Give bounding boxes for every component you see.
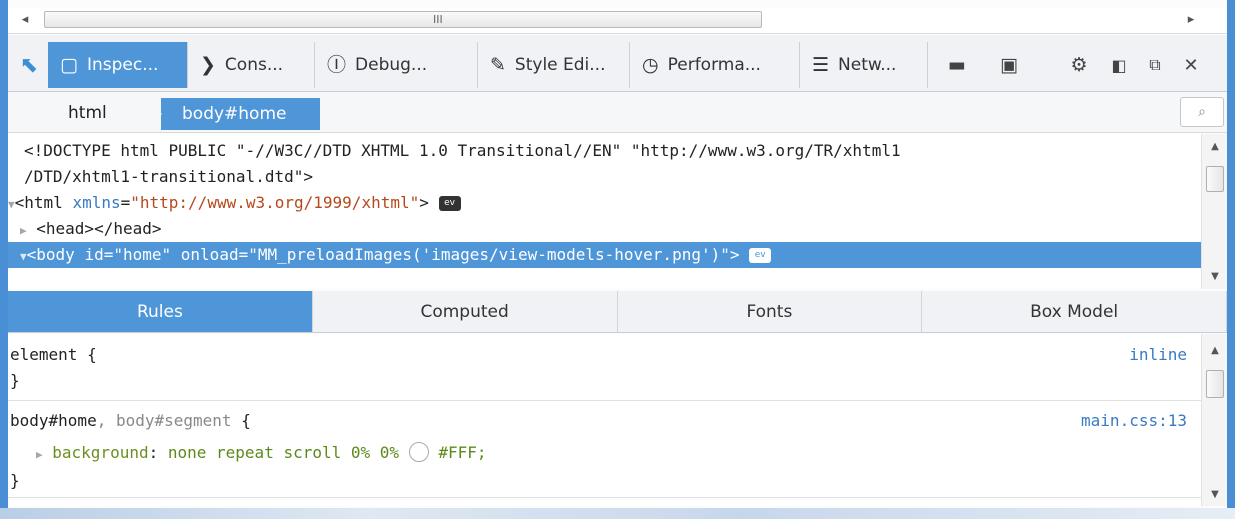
console-icon: ❯ xyxy=(200,53,216,76)
responsive-mode-icon[interactable]: ▣ xyxy=(992,47,1026,83)
tab-console-label: Cons... xyxy=(224,55,284,75)
dock-side-icon[interactable]: ◧ xyxy=(1102,47,1136,83)
tab-rules[interactable]: Rules xyxy=(8,291,313,332)
rule-body-source[interactable]: main.css:13 xyxy=(1081,408,1187,434)
scroll-down-icon[interactable]: ▼ xyxy=(1202,486,1228,504)
search-icon: ⌕ xyxy=(1198,104,1206,120)
debugger-icon: Ⓘ xyxy=(327,53,347,76)
devtools-toolbar: ⬉ ▢ Inspec... ❯ Cons... Ⓘ Debug... ✎ Sty… xyxy=(8,35,1227,92)
element-picker-icon[interactable]: ⬉ xyxy=(12,47,46,83)
expand-twisty-icon[interactable]: ▶ xyxy=(36,448,43,461)
tab-network[interactable]: ☰ Netw... xyxy=(800,42,928,88)
tab-console[interactable]: ❯ Cons... xyxy=(188,42,315,88)
rule-element-source[interactable]: inline xyxy=(1129,342,1187,368)
markup-view: <!DOCTYPE html PUBLIC "-//W3C//DTD XHTML… xyxy=(8,134,1201,289)
window-bottom-edge xyxy=(0,508,1235,519)
markup-scroll-thumb[interactable] xyxy=(1206,166,1224,192)
scroll-down-icon[interactable]: ▼ xyxy=(1202,268,1228,286)
sidebar-tabs: Rules Computed Fonts Box Model xyxy=(8,291,1227,333)
breadcrumb-body-home[interactable]: body#home xyxy=(145,98,320,130)
body-node-selected[interactable]: ▼<body id="home" onload="MM_preloadImage… xyxy=(8,242,1201,268)
expand-twisty-icon[interactable]: ▼ xyxy=(8,198,15,211)
tab-inspector-label: Inspec... xyxy=(86,55,159,75)
horizontal-scrollbar[interactable]: ◂ III ▸ xyxy=(8,8,1227,34)
performance-icon: ◷ xyxy=(642,53,659,76)
event-badge-icon[interactable]: ev xyxy=(438,196,461,211)
collapse-twisty-icon[interactable]: ▶ xyxy=(20,224,27,237)
style-editor-icon: ✎ xyxy=(490,53,506,76)
expand-twisty-icon[interactable]: ▼ xyxy=(20,250,27,263)
breadcrumb-html[interactable]: html xyxy=(68,103,107,123)
breadcrumb-separator xyxy=(146,98,162,130)
tab-network-label: Netw... xyxy=(838,55,897,75)
scroll-up-icon[interactable]: ▲ xyxy=(1202,342,1228,360)
rules-view: element { inline } body#home, body#segme… xyxy=(8,334,1201,506)
network-icon: ☰ xyxy=(812,53,830,76)
breadcrumb: html body#home ⌕ xyxy=(8,92,1227,133)
head-node[interactable]: ▶ <head></head> xyxy=(20,216,1201,242)
color-swatch-icon[interactable] xyxy=(408,442,429,462)
rule-body-close: } xyxy=(10,471,20,490)
rule-divider xyxy=(8,400,1201,401)
tab-style-editor-label: Style Edi... xyxy=(514,55,606,75)
scroll-up-icon[interactable]: ▲ xyxy=(1202,138,1228,156)
undock-window-icon[interactable]: ⧉ xyxy=(1138,47,1172,83)
rule-divider xyxy=(8,497,1201,498)
rule-body-selector[interactable]: body#home, body#segment { xyxy=(10,408,251,434)
markup-scrollbar[interactable]: ▲ ▼ xyxy=(1201,134,1227,289)
tab-performance[interactable]: ◷ Performa... xyxy=(630,42,800,88)
doctype-line: <!DOCTYPE html PUBLIC "-//W3C//DTD XHTML… xyxy=(24,141,901,160)
tab-performance-label: Performa... xyxy=(667,55,761,75)
doctype-line-continued: /DTD/xhtml1-transitional.dtd"> xyxy=(24,167,313,186)
tab-debugger-label: Debug... xyxy=(355,55,428,75)
rules-scrollbar[interactable]: ▲ ▼ xyxy=(1201,334,1227,506)
tab-inspector[interactable]: ▢ Inspec... xyxy=(48,42,188,88)
settings-gear-icon[interactable]: ⚙ xyxy=(1062,47,1096,83)
scroll-thumb[interactable]: III xyxy=(44,11,762,28)
scroll-left-icon[interactable]: ◂ xyxy=(12,8,38,32)
rule-element-selector[interactable]: element { xyxy=(10,342,97,368)
split-console-icon[interactable]: ▬ xyxy=(940,47,974,83)
tab-box-model[interactable]: Box Model xyxy=(922,291,1227,332)
breadcrumb-body-label: body#home xyxy=(182,104,287,124)
rules-scroll-thumb[interactable] xyxy=(1206,370,1224,398)
search-button[interactable]: ⌕ xyxy=(1180,97,1224,127)
event-badge-icon[interactable]: ev xyxy=(749,248,772,263)
tab-style-editor[interactable]: ✎ Style Edi... xyxy=(478,42,630,88)
html-node[interactable]: ▼<html xmlns="http://www.w3.org/1999/xht… xyxy=(8,190,1201,216)
scroll-right-icon[interactable]: ▸ xyxy=(1178,8,1204,32)
tab-debugger[interactable]: Ⓘ Debug... xyxy=(315,42,478,88)
declaration-background[interactable]: ▶ background: none repeat scroll 0% 0% #… xyxy=(36,440,487,466)
tab-computed[interactable]: Computed xyxy=(313,291,618,332)
scroll-grip-icon: III xyxy=(433,13,443,26)
inspector-icon: ▢ xyxy=(60,53,78,76)
close-icon[interactable]: ✕ xyxy=(1174,47,1208,83)
rule-element-close: } xyxy=(10,371,20,390)
tab-fonts[interactable]: Fonts xyxy=(618,291,923,332)
